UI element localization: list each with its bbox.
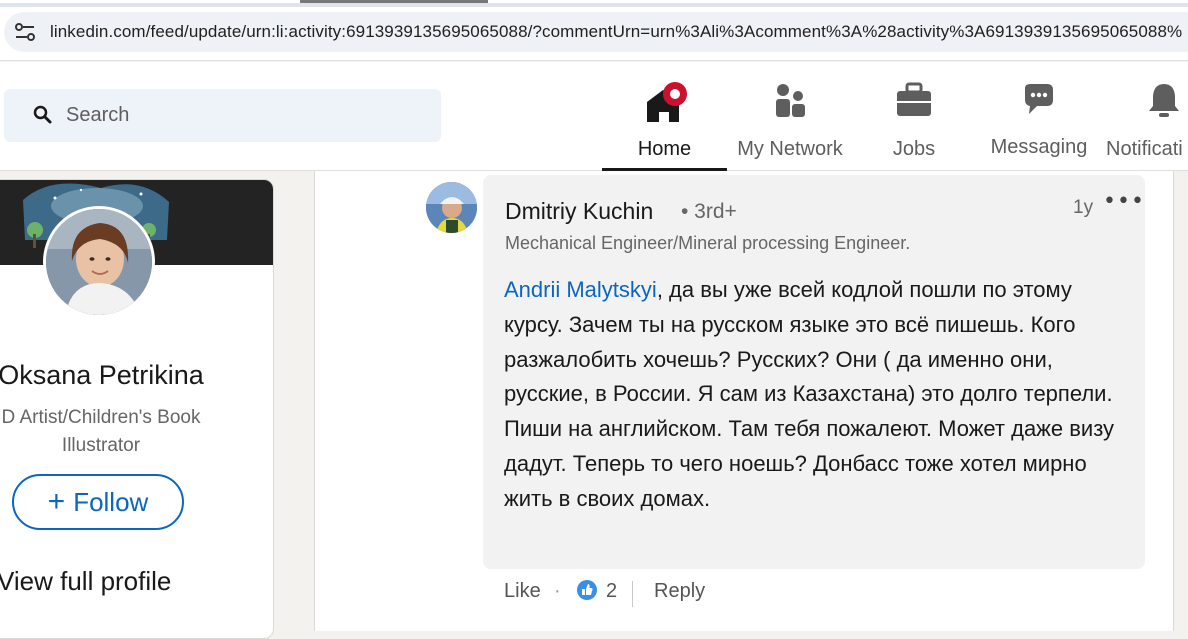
profile-title-line2: Illustrator — [61, 435, 141, 456]
reaction-count[interactable]: 2 — [606, 580, 617, 603]
commenter-photo — [426, 182, 477, 233]
reply-button[interactable]: Reply — [654, 580, 705, 603]
nav-my-network-label: My Network — [737, 138, 843, 160]
search-input[interactable]: Search — [4, 89, 441, 142]
site-settings-icon[interactable] — [12, 19, 38, 45]
action-dot: · — [554, 580, 561, 602]
search-placeholder: Search — [66, 104, 130, 126]
people-icon — [776, 84, 805, 117]
comment-text: Andrii Malytskyi, да вы уже всей кодлой … — [504, 273, 1134, 517]
like-button[interactable]: Like — [504, 580, 541, 603]
nav-home[interactable]: Home — [602, 76, 727, 171]
top-navigation: Search Home My Network Jobs Messaging No… — [0, 62, 1188, 171]
commenter-name[interactable]: Dmitriy Kuchin — [505, 198, 653, 225]
connection-degree: • 3rd+ — [681, 200, 737, 223]
tab-strip — [0, 3, 1188, 7]
nav-home-label: Home — [637, 138, 692, 160]
bell-icon — [1149, 84, 1179, 117]
nav-jobs-label: Jobs — [892, 138, 936, 160]
nav-my-network[interactable]: My Network — [728, 76, 852, 171]
commenter-avatar[interactable] — [426, 182, 477, 233]
follow-label: Follow — [73, 487, 149, 517]
chat-icon — [1025, 84, 1053, 114]
profile-title: D Artist/Children's Book Illustrator — [0, 404, 211, 460]
post-comments-panel: Dmitriy Kuchin • 3rd+ 1y ••• Mechanical … — [314, 171, 1174, 631]
briefcase-icon — [897, 82, 931, 116]
profile-name[interactable]: Oksana Petrikina — [0, 360, 211, 391]
browser-url-bar: linkedin.com/feed/update/urn:li:activity… — [0, 0, 1188, 61]
url-text[interactable]: linkedin.com/feed/update/urn:li:activity… — [50, 22, 1182, 42]
like-reaction-icon — [577, 580, 597, 600]
mention-link[interactable]: Andrii Malytskyi — [504, 277, 657, 302]
comment-bubble: Dmitriy Kuchin • 3rd+ 1y ••• Mechanical … — [483, 175, 1145, 569]
profile-avatar[interactable] — [43, 206, 155, 318]
comment-body: , да вы уже всей кодлой пошли по этому к… — [504, 277, 1115, 511]
action-separator — [632, 581, 633, 607]
nav-notifications-label: Notificati — [1106, 138, 1183, 160]
home-icon — [646, 82, 687, 122]
search-icon — [33, 105, 52, 124]
nav-notifications[interactable]: Notificati — [1106, 76, 1188, 171]
nav-jobs[interactable]: Jobs — [864, 76, 964, 171]
comment-timestamp: 1y — [1073, 197, 1094, 218]
view-full-profile-link[interactable]: View full profile — [0, 566, 171, 597]
commenter-headline: Mechanical Engineer/Mineral processing E… — [505, 233, 911, 253]
profile-card: Oksana Petrikina D Artist/Children's Boo… — [0, 179, 274, 639]
nav-messaging-label: Messaging — [990, 136, 1088, 158]
follow-button[interactable]: + Follow — [12, 474, 184, 530]
nav-messaging[interactable]: Messaging — [984, 76, 1094, 171]
more-options-button[interactable]: ••• — [1103, 189, 1145, 214]
profile-title-line1: D Artist/Children's Book — [1, 407, 201, 428]
plus-icon: + — [47, 485, 66, 518]
avatar-photo — [46, 209, 152, 315]
